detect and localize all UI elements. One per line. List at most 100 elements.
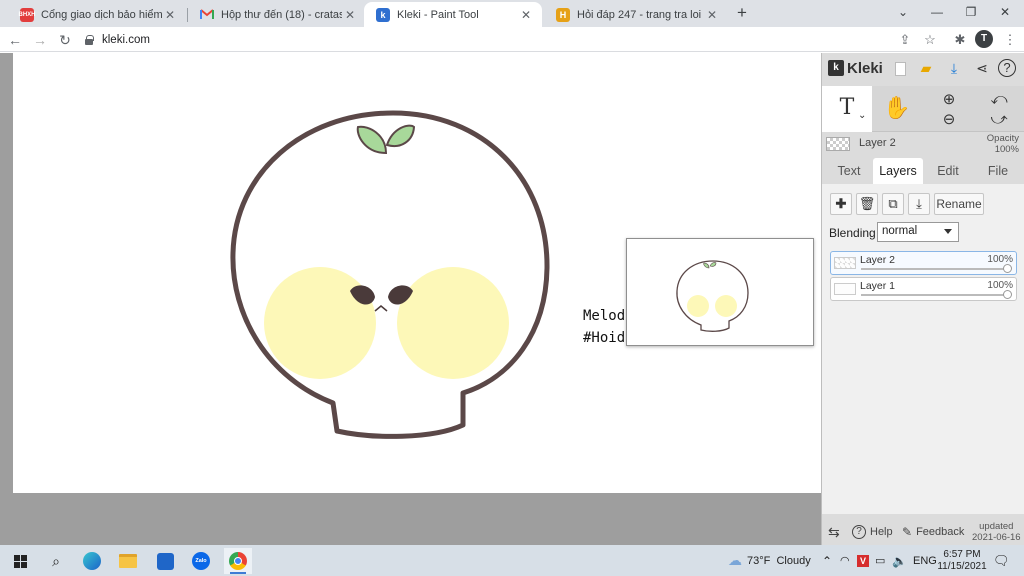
hand-tool-icon[interactable]: ✋ (872, 86, 922, 132)
tab-title: Kleki - Paint Tool (397, 8, 479, 21)
tab-file[interactable]: File (973, 158, 1023, 184)
extensions-puzzle-icon[interactable]: ✱ (950, 30, 970, 50)
kleki-brand-text: Kleki (847, 59, 883, 77)
layer-item-layer-1[interactable]: Layer 1 100% (830, 277, 1017, 301)
kleki-logo: k Kleki (828, 57, 883, 79)
merge-down-button[interactable]: ⤓ (908, 193, 930, 215)
tab-edit[interactable]: Edit (923, 158, 973, 184)
edge-browser-icon[interactable] (78, 548, 106, 574)
undo-redo-icon[interactable]: ⤺ ⤻ (974, 86, 1024, 132)
hoidap-icon: H (556, 7, 570, 22)
clock-time: 6:57 PM (943, 548, 981, 560)
minimize-icon[interactable]: — (920, 0, 954, 27)
reload-icon[interactable]: ↻ (54, 29, 76, 51)
clock-date: 11/15/2021 (937, 560, 987, 572)
kleki-logo-icon: k (828, 60, 844, 76)
chrome-icon[interactable] (224, 548, 252, 574)
help-label: Help (870, 526, 893, 538)
input-language[interactable]: ENG (913, 545, 937, 576)
close-icon[interactable]: ✕ (162, 8, 178, 22)
close-icon[interactable]: ✕ (704, 8, 720, 22)
forward-arrow-icon[interactable]: → (29, 29, 51, 51)
bhxh-icon: BHXH (19, 7, 36, 22)
system-clock[interactable]: 6:57 PM 11/15/2021 (937, 545, 987, 576)
layers-panel: ✚ 🗑 ⧉ ⤓ Rename Blending normal Layer 2 1… (822, 184, 1024, 514)
current-layer-name: Layer 2 (859, 137, 896, 149)
layer-item-layer-2[interactable]: Layer 2 100% (830, 251, 1017, 275)
browser-tab-strip: BHXH Cổng giao dịch bảo hiểm xã hội ✕ Hộ… (0, 0, 1024, 27)
tab-kleki[interactable]: k Kleki - Paint Tool ✕ (364, 2, 542, 27)
layer-opacity-slider[interactable] (861, 268, 1008, 270)
network-icon[interactable]: ▭ (875, 545, 885, 576)
search-icon[interactable]: ⌕ (42, 548, 70, 574)
window-close-icon[interactable]: ✕ (988, 0, 1022, 27)
back-arrow-icon[interactable]: ← (4, 29, 26, 51)
text-tool-icon[interactable]: T ⌄ (822, 86, 872, 132)
help-link[interactable]: ? Help (852, 523, 893, 541)
tab-search-icon[interactable]: ⌄ (886, 0, 920, 27)
new-image-icon[interactable] (890, 58, 910, 78)
lock-icon (84, 34, 94, 45)
layer-opacity-handle[interactable] (1003, 290, 1012, 299)
layer-opacity-handle[interactable] (1003, 264, 1012, 273)
gmail-icon (200, 8, 214, 22)
tab-layers[interactable]: Layers (873, 158, 923, 184)
close-icon[interactable]: ✕ (518, 8, 534, 22)
tab-hoidap[interactable]: H Hỏi đáp 247 - trang tra loi ✕ (544, 2, 728, 27)
right-blush (397, 267, 509, 379)
restore-icon[interactable]: ❐ (954, 0, 988, 27)
layer-name: Layer 2 (860, 254, 896, 266)
menu-dots-icon[interactable]: ⋮ (1000, 30, 1020, 50)
help-circle-icon[interactable]: ? (998, 59, 1016, 77)
opacity-readout: Opacity 100% (987, 133, 1019, 155)
notifications-icon[interactable]: 🗨 (993, 545, 1010, 576)
share-icon[interactable]: ⋖ (972, 58, 992, 78)
windows-taskbar: ⌕ Zalo ☁ 73°F Cloudy ⌃ ◠ V ▭ 🔈 ENG 6:57 … (0, 545, 1024, 576)
file-explorer-icon[interactable] (114, 548, 142, 574)
profile-avatar[interactable]: T (975, 30, 993, 48)
layer-opacity-slider[interactable] (861, 294, 1008, 296)
tab-gmail[interactable]: Hộp thư đến (18) - cratashanoi@ ✕ (188, 2, 366, 27)
canvas-text-line2: #Hoid (583, 330, 626, 346)
feedback-link[interactable]: ✎ Feedback (902, 523, 964, 541)
address-bar[interactable]: kleki.com (84, 29, 884, 50)
tab-title: Cổng giao dịch bảo hiểm xã hội (41, 8, 162, 21)
volume-icon[interactable]: 🔈 (892, 545, 907, 576)
delete-layer-button[interactable]: 🗑 (856, 193, 878, 215)
zalo-icon[interactable]: Zalo (187, 548, 215, 574)
current-layer-thumbnail (826, 137, 850, 151)
blending-label: Blending (829, 226, 876, 240)
windows-start-icon[interactable] (6, 548, 34, 574)
duplicate-layer-button[interactable]: ⧉ (882, 193, 904, 215)
blending-select[interactable]: normal (877, 222, 959, 242)
wifi-icon[interactable]: ◠ (840, 545, 850, 576)
cloud-icon: ☁ (728, 552, 742, 568)
weather-widget[interactable]: ☁ 73°F Cloudy (728, 545, 811, 576)
layer-name: Layer 1 (860, 280, 896, 292)
feedback-pen-icon: ✎ (902, 525, 913, 539)
updated-label: updated (979, 521, 1014, 532)
close-icon[interactable]: ✕ (342, 8, 358, 22)
tab-title: Hỏi đáp 247 - trang tra loi (577, 8, 702, 21)
rename-layer-button[interactable]: Rename (934, 193, 984, 215)
app-icon-blue[interactable] (151, 548, 179, 574)
swap-sides-icon[interactable]: ⇆ (828, 523, 840, 541)
layer-thumbnail (834, 257, 856, 269)
updated-info: updated 2021-06-16 (972, 519, 1021, 545)
tab-bhxh[interactable]: BHXH Cổng giao dịch bảo hiểm xã hội ✕ (8, 2, 186, 27)
nose (374, 305, 388, 312)
tab-text[interactable]: Text (824, 158, 874, 184)
canvas-preview-navigator[interactable] (626, 238, 814, 346)
url-text: kleki.com (102, 33, 150, 46)
help-icon: ? (852, 525, 866, 539)
new-tab-button[interactable]: + (732, 3, 752, 23)
bookmark-star-icon[interactable]: ☆ (920, 30, 940, 50)
open-folder-icon[interactable]: ▰ (916, 58, 936, 78)
antivirus-icon[interactable]: V (857, 545, 869, 576)
show-hidden-icons-icon[interactable]: ⌃ (822, 545, 832, 576)
zoom-icon[interactable]: ⊕ ⊖ (924, 86, 974, 132)
download-icon[interactable]: ⤓ (944, 58, 964, 78)
share-page-icon[interactable]: ⇪ (895, 30, 915, 50)
add-layer-button[interactable]: ✚ (830, 193, 852, 215)
kleki-side-panel: k Kleki ▰ ⤓ ⋖ ? T ⌄ ✋ ⊕ ⊖ ⤺ ⤻ Layer 2 Opaci… (821, 53, 1024, 545)
